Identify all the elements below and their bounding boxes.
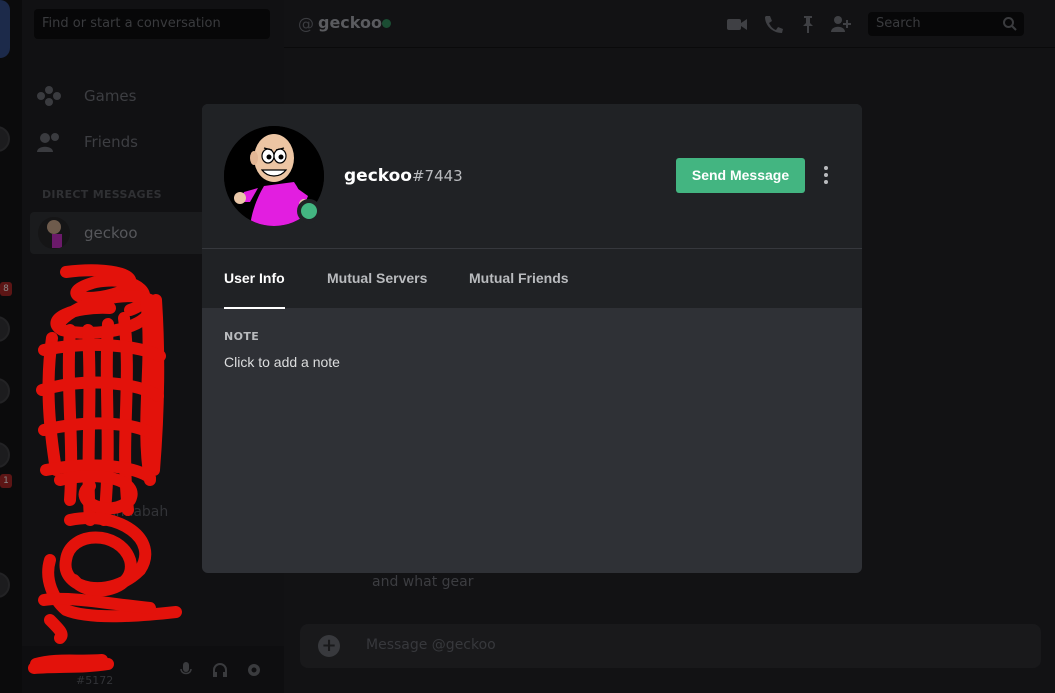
- online-status-icon: [297, 199, 321, 223]
- tab-mutual-servers[interactable]: Mutual Servers: [327, 249, 427, 309]
- channel-name: geckoo: [318, 13, 382, 32]
- message-text: and what gear: [372, 574, 474, 590]
- dm-item[interactable]: Annabah: [106, 504, 168, 520]
- profile-header: geckoo#7443 Send Message: [202, 104, 862, 248]
- server-icon[interactable]: [0, 316, 10, 342]
- nav-label: Games: [84, 87, 137, 105]
- username-text: geckoo: [344, 166, 412, 186]
- mention-badge: 1: [0, 474, 12, 488]
- send-message-button[interactable]: Send Message: [676, 158, 805, 193]
- pin-icon[interactable]: [797, 14, 819, 34]
- microphone-icon[interactable]: [178, 662, 194, 678]
- nav-label: Friends: [84, 133, 138, 151]
- server-icon[interactable]: [0, 126, 10, 152]
- tab-mutual-friends[interactable]: Mutual Friends: [469, 249, 569, 309]
- settings-gear-icon[interactable]: [246, 662, 262, 678]
- profile-username: geckoo#7443: [344, 166, 463, 186]
- user-tag: #5172: [76, 674, 114, 687]
- add-friend-icon[interactable]: [830, 14, 852, 34]
- dm-username: geckoo: [84, 224, 138, 242]
- user-name: pe: [88, 656, 105, 671]
- user-panel: pe #5172: [22, 646, 284, 693]
- gamepad-icon: [36, 85, 62, 107]
- server-icon[interactable]: [0, 572, 10, 598]
- search-icon: [1002, 16, 1024, 36]
- server-icon[interactable]: [0, 442, 10, 468]
- online-status-icon: [382, 19, 391, 28]
- home-button[interactable]: [0, 0, 10, 58]
- discriminator: #7443: [411, 167, 463, 185]
- friends-icon: [36, 131, 62, 153]
- dm-section-title: DIRECT MESSAGES: [42, 188, 162, 201]
- profile-avatar: [224, 126, 324, 226]
- avatar: [38, 217, 70, 249]
- user-profile-modal: geckoo#7443 Send Message User Info Mutua…: [202, 104, 862, 573]
- tab-user-info[interactable]: User Info: [224, 249, 285, 309]
- voice-call-icon[interactable]: [762, 14, 784, 34]
- header-search-input[interactable]: Search: [868, 12, 1024, 36]
- more-options-icon[interactable]: [819, 166, 833, 186]
- profile-tabs: User Info Mutual Servers Mutual Friends: [202, 248, 862, 309]
- mention-badge: 8: [0, 282, 12, 296]
- at-icon: @: [298, 14, 314, 33]
- dm-search-input[interactable]: Find or start a conversation: [34, 9, 270, 39]
- headphones-icon[interactable]: [212, 662, 228, 678]
- server-rail: 8 1: [0, 0, 22, 693]
- message-composer[interactable]: + Message @geckoo: [300, 624, 1041, 668]
- message-input[interactable]: Message @geckoo: [366, 637, 496, 653]
- server-icon[interactable]: [0, 378, 10, 404]
- video-call-icon[interactable]: [726, 14, 748, 34]
- note-label: NOTE: [224, 330, 260, 343]
- upload-plus-icon[interactable]: +: [318, 635, 340, 657]
- note-field[interactable]: Click to add a note: [224, 354, 340, 370]
- chat-header: @ geckoo Search: [284, 0, 1055, 48]
